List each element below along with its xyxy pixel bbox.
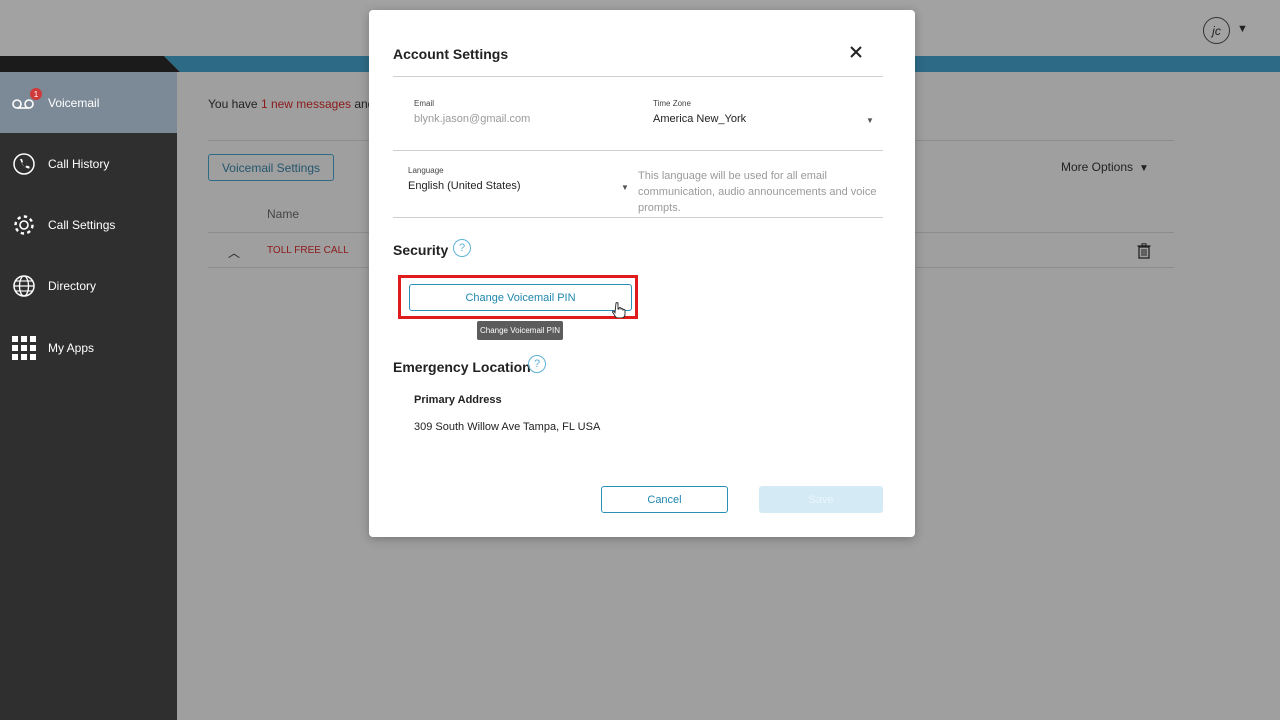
account-settings-dialog: Account Settings Email blynk.jason@gmail… [369, 10, 915, 537]
help-icon[interactable]: ? [453, 239, 471, 257]
sidebar-item-label: Directory [48, 278, 97, 293]
dialog-title: Account Settings [393, 46, 509, 62]
sidebar-item-call-settings[interactable]: Call Settings [0, 194, 177, 255]
primary-address-label: Primary Address [414, 394, 502, 406]
save-button[interactable]: Save [759, 486, 883, 513]
change-voicemail-pin-button[interactable]: Change Voicemail PIN [409, 284, 632, 311]
chevron-down-icon: ▼ [1139, 163, 1149, 174]
column-header-name: Name [267, 207, 300, 221]
divider [393, 217, 883, 218]
email-label: Email [414, 99, 435, 108]
chevron-down-icon[interactable]: ▼ [866, 116, 874, 125]
apps-grid-icon [12, 335, 36, 360]
security-heading: Security [393, 242, 449, 258]
sidebar-item-my-apps[interactable]: My Apps [0, 317, 177, 378]
table-row-name[interactable]: TOLL FREE CALL [267, 245, 349, 256]
call-history-icon [13, 152, 35, 175]
message-prefix: You have [208, 97, 261, 111]
gear-icon [14, 214, 34, 235]
emergency-location-heading: Emergency Location [393, 359, 531, 375]
globe-icon [13, 274, 35, 297]
language-label: Language [408, 166, 444, 175]
close-icon[interactable] [848, 44, 864, 60]
header-stripe-dark [0, 56, 180, 72]
sidebar-item-call-history[interactable]: Call History [0, 133, 177, 194]
primary-address-value: 309 South Willow Ave Tampa, FL USA [414, 421, 601, 433]
timezone-select[interactable]: America New_York [653, 113, 746, 125]
sidebar-item-label: Call Settings [48, 217, 116, 232]
sidebar-item-label: My Apps [48, 340, 95, 355]
sidebar-item-label: Voicemail [48, 95, 100, 110]
more-options-dropdown[interactable]: More Options ▼ [1061, 160, 1149, 174]
sidebar-item-directory[interactable]: Directory [0, 255, 177, 316]
sidebar: 1 Voicemail Call History Call Settings D… [0, 72, 177, 720]
language-select[interactable]: English (United States) [408, 180, 521, 192]
user-avatar[interactable]: jc [1203, 17, 1230, 44]
more-options-label: More Options [1061, 160, 1134, 174]
sidebar-item-label: Call History [48, 156, 110, 171]
notification-badge: 1 [30, 88, 42, 100]
chevron-down-icon[interactable]: ▼ [621, 183, 629, 192]
tooltip: Change Voicemail PIN [477, 321, 563, 340]
chevron-up-icon[interactable]: ︿ [228, 244, 240, 261]
new-messages-link[interactable]: 1 new messages [261, 97, 351, 111]
timezone-label: Time Zone [653, 99, 691, 108]
email-field: blynk.jason@gmail.com [414, 113, 531, 125]
sidebar-item-voicemail[interactable]: 1 Voicemail [0, 72, 177, 133]
voicemail-settings-button[interactable]: Voicemail Settings [208, 154, 334, 181]
language-note: This language will be used for all email… [638, 170, 877, 214]
help-icon[interactable]: ? [528, 355, 546, 373]
divider [393, 76, 883, 77]
message-summary: You have 1 new messages and 0 [208, 97, 384, 111]
divider [393, 150, 883, 151]
chevron-down-icon[interactable]: ▼ [1237, 23, 1248, 35]
cancel-button[interactable]: Cancel [601, 486, 728, 513]
hand-cursor-icon [612, 302, 626, 318]
trash-icon[interactable] [1137, 243, 1151, 259]
